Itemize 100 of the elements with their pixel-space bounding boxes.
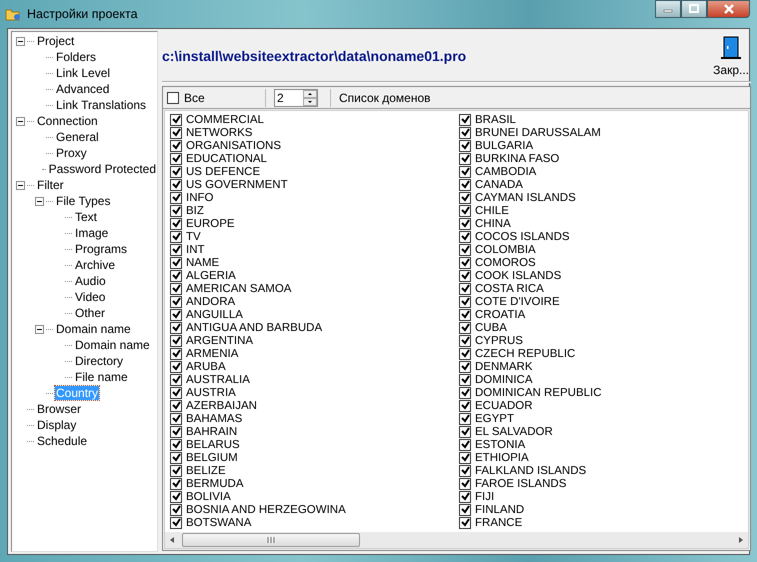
domain-checkbox[interactable]: INFO [170, 191, 459, 204]
domain-checkbox[interactable]: COMOROS [459, 256, 748, 269]
domain-checkbox[interactable]: AZERBAIJAN [170, 399, 459, 412]
tree-item[interactable]: File name [74, 370, 129, 384]
tree-item[interactable]: File Types [55, 194, 112, 208]
domain-checkbox[interactable]: CANADA [459, 178, 748, 191]
domain-checkbox[interactable]: BRUNEI DARUSSALAM [459, 126, 748, 139]
tree-item[interactable]: Schedule [36, 434, 88, 448]
domain-checkbox[interactable]: ANTIGUA AND BARBUDA [170, 321, 459, 334]
domain-checkbox[interactable]: DOMINICA [459, 373, 748, 386]
domain-checkbox[interactable]: COMMERCIAL [170, 113, 459, 126]
domain-checkbox[interactable]: ECUADOR [459, 399, 748, 412]
tree-item[interactable]: Connection [36, 114, 99, 128]
domain-checkbox[interactable]: COSTA RICA [459, 282, 748, 295]
domain-checkbox[interactable]: ETHIOPIA [459, 451, 748, 464]
minimize-button[interactable] [655, 0, 681, 18]
domain-checkbox[interactable]: BELARUS [170, 438, 459, 451]
close-button[interactable] [707, 0, 750, 18]
domain-checkbox[interactable]: COCOS ISLANDS [459, 230, 748, 243]
domain-checkbox[interactable]: CAYMAN ISLANDS [459, 191, 748, 204]
spin-arrows-icon[interactable] [303, 90, 317, 106]
domain-checkbox[interactable]: CHILE [459, 204, 748, 217]
tree-item[interactable]: Display [36, 418, 78, 432]
domain-checkbox[interactable]: BULGARIA [459, 139, 748, 152]
tree-item[interactable]: Proxy [55, 146, 88, 160]
domain-checkbox[interactable]: NAME [170, 256, 459, 269]
domain-checkbox[interactable]: CZECH REPUBLIC [459, 347, 748, 360]
domain-checkbox[interactable]: FAROE ISLANDS [459, 477, 748, 490]
domain-checkbox[interactable]: BRASIL [459, 113, 748, 126]
domain-checkbox[interactable]: EUROPE [170, 217, 459, 230]
domain-checkbox[interactable]: COLOMBIA [459, 243, 748, 256]
domain-checkbox[interactable]: CYPRUS [459, 334, 748, 347]
domain-checkbox[interactable]: ALGERIA [170, 269, 459, 282]
tree-item[interactable]: Password Protected [48, 162, 157, 176]
collapse-icon[interactable] [35, 324, 44, 334]
tree-item[interactable]: Advanced [55, 82, 110, 96]
domain-checkbox[interactable]: BOSNIA AND HERZEGOWINA [170, 503, 459, 516]
domain-checkbox[interactable]: BOLIVIA [170, 490, 459, 503]
tree-item[interactable]: Domain name [55, 322, 132, 336]
domain-checkbox[interactable]: BERMUDA [170, 477, 459, 490]
domain-checkbox[interactable]: ARGENTINA [170, 334, 459, 347]
tree-item[interactable]: Other [74, 306, 106, 320]
domain-checkbox[interactable]: CROATIA [459, 308, 748, 321]
domain-checkbox[interactable]: CUBA [459, 321, 748, 334]
domain-checkbox[interactable]: ANGUILLA [170, 308, 459, 321]
domain-checkbox[interactable]: DOMINICAN REPUBLIC [459, 386, 748, 399]
horizontal-scrollbar[interactable] [165, 532, 748, 548]
domain-checkbox[interactable]: CAMBODIA [459, 165, 748, 178]
tree-item[interactable]: Image [74, 226, 110, 240]
domain-checkbox[interactable]: CHINA [459, 217, 748, 230]
tree-item[interactable]: Link Level [55, 66, 112, 80]
domain-checkbox[interactable]: TV [170, 230, 459, 243]
domain-checkbox[interactable]: EGYPT [459, 412, 748, 425]
tree-item[interactable]: Filter [36, 178, 65, 192]
domain-checkbox[interactable]: COTE D'IVOIRE [459, 295, 748, 308]
collapse-icon[interactable] [16, 116, 25, 126]
tree-item[interactable]: Project [36, 34, 76, 48]
level-spinner[interactable]: 2 [274, 88, 318, 106]
tree-item[interactable]: Folders [55, 50, 98, 64]
domain-checkbox[interactable]: BELIZE [170, 464, 459, 477]
collapse-icon[interactable] [16, 36, 25, 46]
domain-checkbox[interactable]: COOK ISLANDS [459, 269, 748, 282]
domain-checkbox[interactable]: AMERICAN SAMOA [170, 282, 459, 295]
tree-item[interactable]: Link Translations [55, 98, 148, 112]
close-project-button[interactable]: Закр... [711, 36, 751, 76]
domain-checkbox[interactable]: DENMARK [459, 360, 748, 373]
all-checkbox[interactable]: Все [167, 90, 257, 104]
tree-item[interactable]: Domain name [74, 338, 151, 352]
domain-checkbox[interactable]: ESTONIA [459, 438, 748, 451]
domain-checkbox[interactable]: ARMENIA [170, 347, 459, 360]
domain-checkbox[interactable]: BELGIUM [170, 451, 459, 464]
tree-item[interactable]: Browser [36, 402, 82, 416]
domain-checkbox[interactable]: FINLAND [459, 503, 748, 516]
domain-checkbox[interactable]: EDUCATIONAL [170, 152, 459, 165]
domain-checkbox[interactable]: US DEFENCE [170, 165, 459, 178]
domain-checkbox[interactable]: AUSTRALIA [170, 373, 459, 386]
tree-item[interactable]: Directory [74, 354, 124, 368]
domain-checkbox[interactable]: US GOVERNMENT [170, 178, 459, 191]
domain-checkbox[interactable]: BAHAMAS [170, 412, 459, 425]
tree-item[interactable]: Archive [74, 258, 116, 272]
tree-item[interactable]: Text [74, 210, 98, 224]
tree-item[interactable]: Audio [74, 274, 107, 288]
domain-checkbox[interactable]: FALKLAND ISLANDS [459, 464, 748, 477]
domain-checkbox[interactable]: BAHRAIN [170, 425, 459, 438]
domain-checkbox[interactable]: BIZ [170, 204, 459, 217]
domain-checkbox[interactable]: ARUBA [170, 360, 459, 373]
tree-item[interactable]: Video [74, 290, 106, 304]
maximize-button[interactable] [681, 0, 707, 18]
domain-checkbox[interactable]: ORGANISATIONS [170, 139, 459, 152]
collapse-icon[interactable] [35, 196, 44, 206]
domain-checkbox[interactable]: EL SALVADOR [459, 425, 748, 438]
collapse-icon[interactable] [16, 180, 25, 190]
tree-item[interactable]: General [55, 130, 100, 144]
domain-checkbox[interactable]: INT [170, 243, 459, 256]
domain-checkbox[interactable]: AUSTRIA [170, 386, 459, 399]
domain-checkbox[interactable]: NETWORKS [170, 126, 459, 139]
tree-item[interactable]: Programs [74, 242, 128, 256]
domain-checkbox[interactable]: BURKINA FASO [459, 152, 748, 165]
domain-checkbox[interactable]: FRANCE [459, 516, 748, 529]
domain-checkbox[interactable]: FIJI [459, 490, 748, 503]
